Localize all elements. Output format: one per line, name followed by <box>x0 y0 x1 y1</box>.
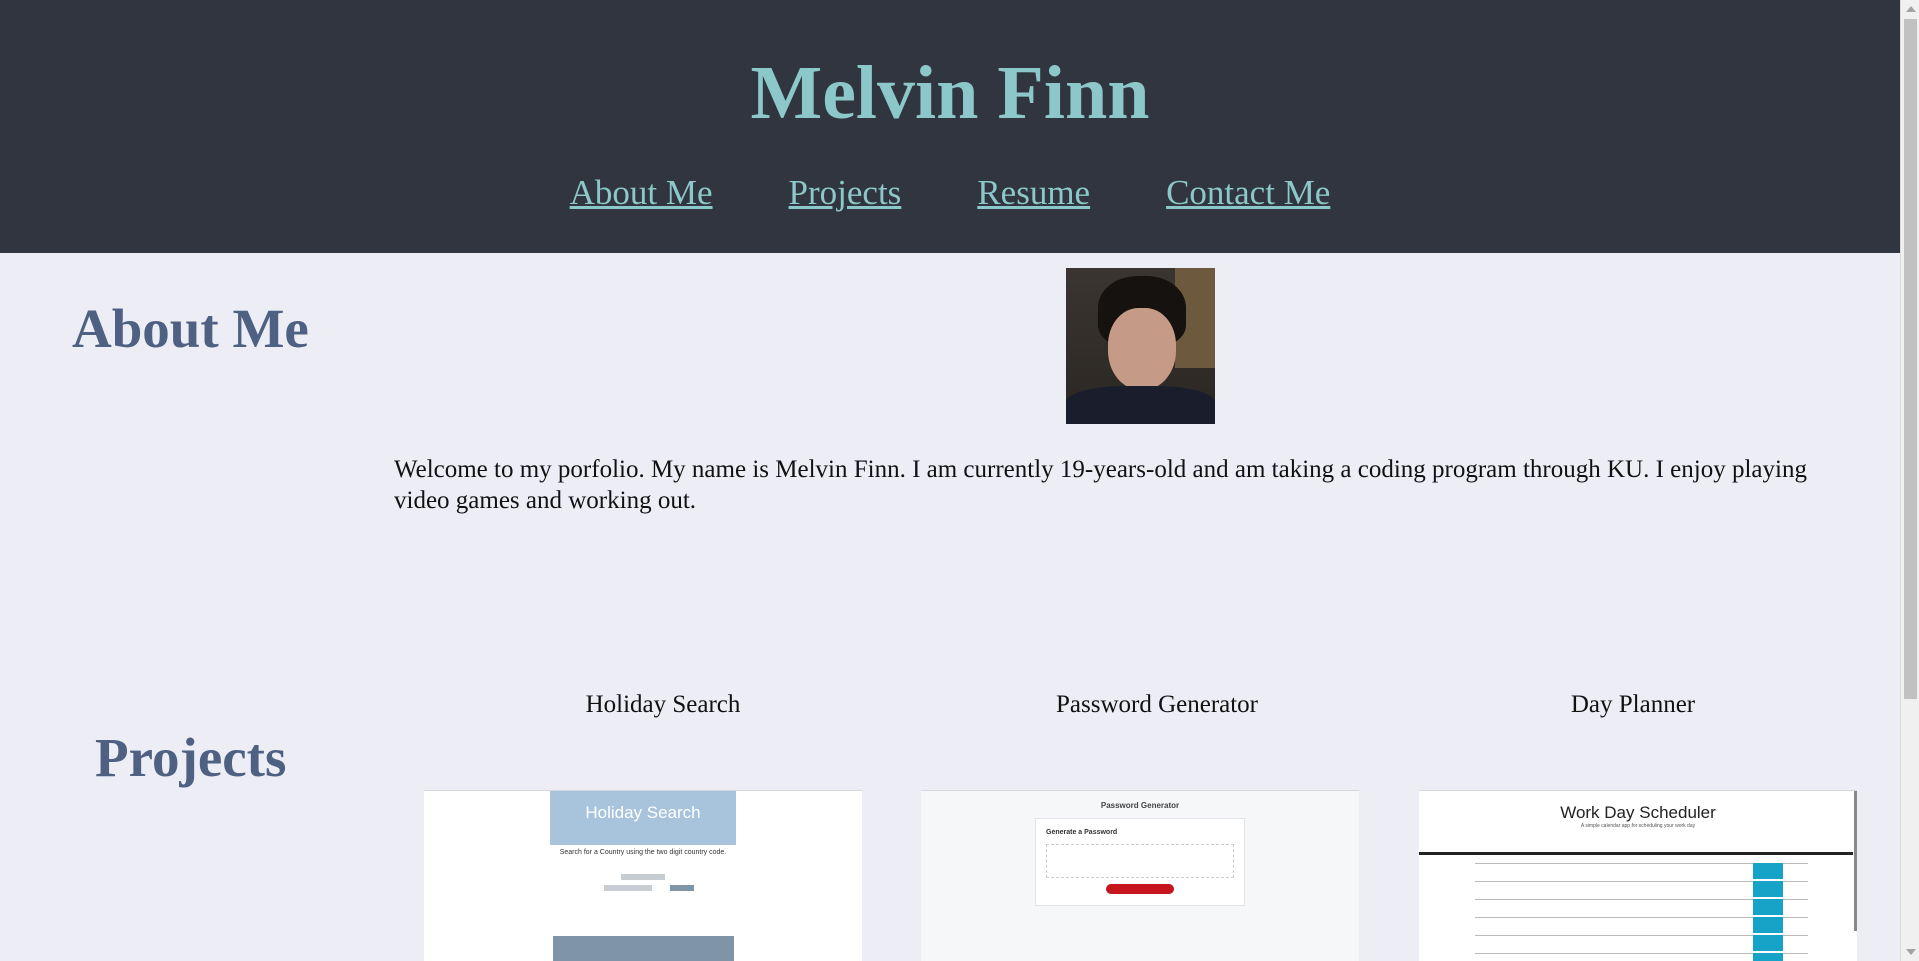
site-title: Melvin Finn <box>750 51 1150 135</box>
page-scrollbar[interactable] <box>1900 0 1919 961</box>
scroll-down-arrow-icon[interactable] <box>1906 949 1916 955</box>
project-title-holiday-search: Holiday Search <box>585 691 741 718</box>
project-title-day-planner: Day Planner <box>1570 691 1696 718</box>
profile-photo <box>1066 268 1215 424</box>
project-thumbnail-password-generator[interactable]: Password Generator Generate a Password <box>921 790 1359 961</box>
scrollbar-thumb[interactable] <box>1904 19 1917 699</box>
thumbnail-heading: Password Generator <box>1100 801 1180 810</box>
project-title-password-generator: Password Generator <box>1055 691 1259 718</box>
thumbnail-text: A simple calendar app for scheduling you… <box>1580 823 1696 829</box>
project-thumbnail-holiday-search[interactable]: Holiday Search Search for a Country usin… <box>424 790 862 961</box>
thumbnail-heading: Work Day Scheduler <box>1560 803 1716 822</box>
scroll-up-arrow-icon[interactable] <box>1906 6 1916 12</box>
about-me-text: Welcome to my porfolio. My name is Melvi… <box>394 456 1807 514</box>
nav-link-contact-me[interactable]: Contact Me <box>1166 172 1330 214</box>
thumbnail-text: Search for a Country using the two digit… <box>559 849 727 856</box>
nav-link-resume[interactable]: Resume <box>977 172 1090 214</box>
project-thumbnail-day-planner[interactable]: Work Day Scheduler A simple calendar app… <box>1419 790 1857 961</box>
nav-link-projects[interactable]: Projects <box>789 172 902 214</box>
projects-heading: Projects <box>95 727 287 788</box>
main-nav: About Me Projects Resume Contact Me <box>0 172 1900 214</box>
thumbnail-text: Generate a Password <box>1046 829 1118 836</box>
site-header: Melvin Finn About Me Projects Resume Con… <box>0 0 1900 253</box>
thumbnail-heading: Holiday Search <box>585 803 701 822</box>
about-me-heading: About Me <box>72 298 309 359</box>
nav-link-about-me[interactable]: About Me <box>570 172 713 214</box>
